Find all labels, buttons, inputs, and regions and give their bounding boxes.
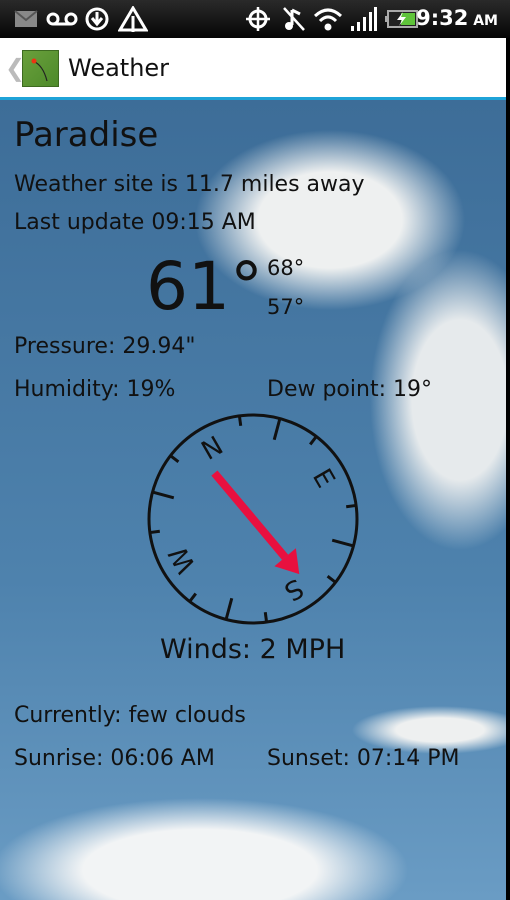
download-icon: [84, 6, 110, 32]
status-bar: 9:32 AM: [0, 0, 510, 38]
compass-label-w: W: [163, 541, 202, 578]
app-title: Weather: [68, 54, 170, 82]
pressure-text: Pressure: 29.94": [14, 334, 196, 359]
high-temperature: 68°: [267, 256, 305, 280]
low-temperature: 57°: [267, 295, 305, 319]
gmail-icon: [14, 6, 38, 32]
compass-tick: [331, 538, 354, 548]
compass-tick: [346, 503, 357, 509]
compass-tick: [152, 490, 175, 500]
compass-tick: [326, 575, 337, 584]
winds-text: Winds: 2 MPH: [160, 634, 346, 665]
app-logo-icon[interactable]: [22, 50, 59, 87]
current-temperature: 61°: [146, 248, 263, 325]
compass-tick: [263, 612, 269, 623]
battery-charging-icon: [385, 6, 419, 32]
music-muted-icon: [282, 6, 306, 32]
action-bar: ❮ Weather: [0, 38, 506, 100]
compass-tick: [272, 418, 282, 441]
compass-tick: [237, 415, 243, 426]
signal-icon: [350, 6, 378, 32]
alert-triangle-icon: [118, 6, 148, 32]
sunset-text: Sunset: 07:14 PM: [267, 746, 460, 771]
compass-label-n: N: [197, 431, 229, 467]
humidity-text: Humidity: 19%: [14, 377, 176, 402]
compass-tick: [224, 597, 234, 620]
gps-icon: [245, 6, 271, 32]
compass-tick: [188, 592, 197, 603]
wind-arrow-shaft: [211, 470, 289, 560]
compass-tick: [149, 529, 160, 535]
wind-compass: N E S W: [147, 413, 359, 625]
last-update-text: Last update 09:15 AM: [14, 210, 256, 235]
wifi-icon: [313, 6, 343, 32]
sunrise-text: Sunrise: 06:06 AM: [14, 746, 215, 771]
wind-arrow-icon: [211, 470, 300, 575]
compass-tick: [169, 454, 180, 463]
compass-label-s: S: [279, 572, 308, 606]
city-name: Paradise: [14, 115, 159, 155]
screen-edge: [506, 38, 510, 900]
clock: 9:32 AM: [416, 6, 498, 30]
voicemail-icon: [46, 6, 78, 32]
compass-label-e: E: [306, 464, 340, 493]
compass-tick: [309, 435, 318, 446]
dew-point-text: Dew point: 19°: [267, 377, 432, 402]
current-conditions: Currently: few clouds: [14, 703, 246, 728]
distance-text: Weather site is 11.7 miles away: [14, 172, 365, 197]
